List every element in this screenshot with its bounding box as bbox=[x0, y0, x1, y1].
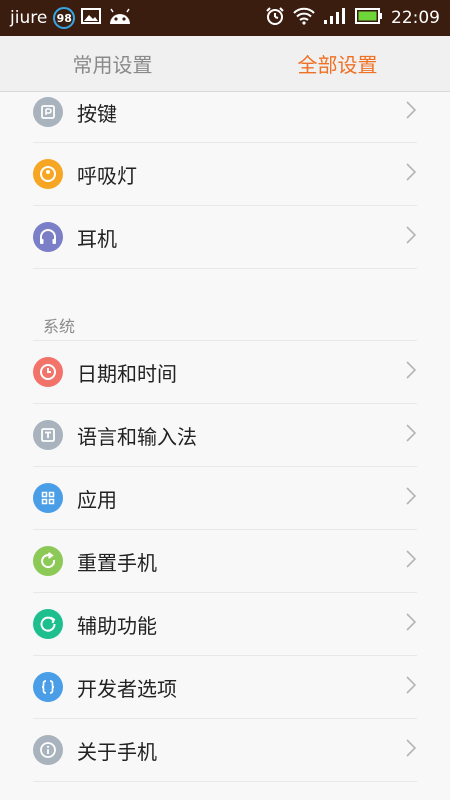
status-bar: jiure 98 22:09 bbox=[0, 0, 450, 36]
settings-item-developer-options[interactable]: 开发者选项 bbox=[33, 656, 417, 719]
battery-icon bbox=[355, 7, 383, 29]
chevron-right-icon bbox=[405, 162, 417, 186]
key-icon bbox=[33, 97, 63, 127]
chevron-right-icon bbox=[405, 360, 417, 384]
chevron-right-icon bbox=[405, 675, 417, 699]
settings-item-label: 辅助功能 bbox=[77, 613, 157, 638]
settings-item-reset-phone[interactable]: 重置手机 bbox=[33, 530, 417, 593]
developer-braces-icon bbox=[33, 672, 63, 702]
settings-item-label: 开发者选项 bbox=[77, 676, 177, 701]
settings-item-accessibility[interactable]: 辅助功能 bbox=[33, 593, 417, 656]
tab-common-settings[interactable]: 常用设置 bbox=[0, 36, 225, 91]
settings-item-about-phone[interactable]: 关于手机 bbox=[33, 719, 417, 782]
settings-item-apps[interactable]: 应用 bbox=[33, 467, 417, 530]
signal-icon bbox=[323, 7, 347, 30]
chevron-right-icon bbox=[405, 612, 417, 636]
reset-icon bbox=[33, 546, 63, 576]
settings-item-label: 关于手机 bbox=[77, 739, 157, 764]
settings-item-label: 耳机 bbox=[77, 226, 117, 251]
breathing-light-icon bbox=[33, 159, 63, 189]
alarm-icon bbox=[265, 6, 285, 31]
clock-time: 22:09 bbox=[391, 8, 440, 28]
chevron-right-icon bbox=[405, 486, 417, 510]
info-icon bbox=[33, 735, 63, 765]
settings-list: 按键 呼吸灯 耳机 系统 日期和时间 语言和输入法 应用 重置手机 辅助功能 开… bbox=[0, 92, 450, 782]
clock-icon bbox=[33, 357, 63, 387]
android-icon bbox=[107, 7, 133, 30]
section-header-system: 系统 bbox=[43, 317, 76, 336]
settings-item-date-time[interactable]: 日期和时间 bbox=[33, 341, 417, 404]
image-icon bbox=[81, 7, 102, 29]
chevron-right-icon bbox=[405, 423, 417, 447]
settings-item-label: 呼吸灯 bbox=[77, 163, 137, 188]
headphones-icon bbox=[33, 222, 63, 252]
chevron-right-icon bbox=[405, 100, 417, 124]
settings-tabs: 常用设置 全部设置 bbox=[0, 36, 450, 92]
chevron-right-icon bbox=[405, 225, 417, 249]
carrier-name: jiure bbox=[10, 8, 48, 28]
settings-item-label: 应用 bbox=[77, 487, 117, 512]
tab-all-settings[interactable]: 全部设置 bbox=[225, 36, 450, 91]
settings-item-headphones[interactable]: 耳机 bbox=[33, 206, 417, 269]
settings-item-label: 重置手机 bbox=[77, 550, 157, 575]
text-input-icon bbox=[33, 420, 63, 450]
apps-grid-icon bbox=[33, 483, 63, 513]
chevron-right-icon bbox=[405, 549, 417, 573]
notification-badge: 98 bbox=[53, 7, 76, 29]
settings-item-keys[interactable]: 按键 bbox=[33, 92, 417, 143]
settings-item-label: 语言和输入法 bbox=[77, 424, 197, 449]
settings-item-language-input[interactable]: 语言和输入法 bbox=[33, 404, 417, 467]
chevron-right-icon bbox=[405, 738, 417, 762]
wifi-icon bbox=[293, 7, 315, 30]
accessibility-icon bbox=[33, 609, 63, 639]
settings-item-label: 按键 bbox=[77, 101, 117, 126]
settings-item-breathing-light[interactable]: 呼吸灯 bbox=[33, 143, 417, 206]
settings-item-label: 日期和时间 bbox=[77, 361, 177, 386]
